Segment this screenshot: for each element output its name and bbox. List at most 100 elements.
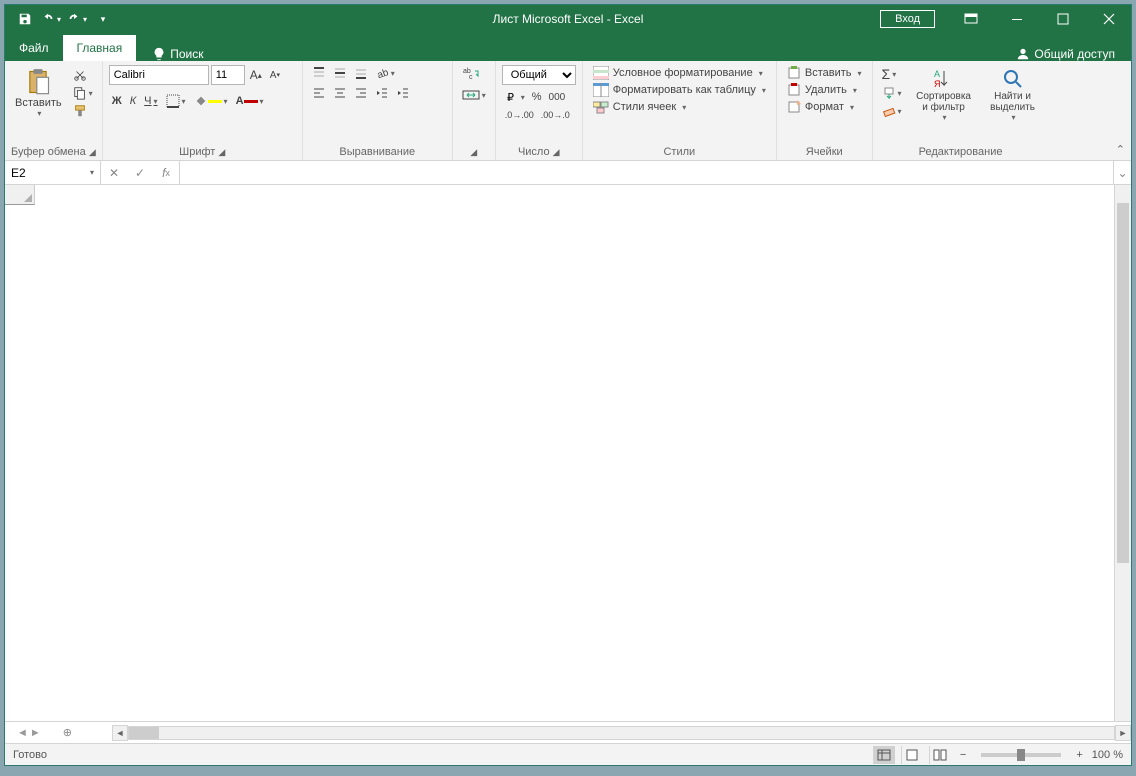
page-layout-view-button[interactable] xyxy=(901,746,923,764)
cancel-formula-button[interactable]: ✕ xyxy=(101,161,127,184)
cut-button[interactable] xyxy=(70,67,96,83)
paste-label: Вставить xyxy=(15,97,62,109)
copy-button[interactable]: ▾ xyxy=(70,85,96,101)
clipboard-group: Вставить ▾ ▾ Буфер обмена ◢ xyxy=(5,61,103,160)
signin-button[interactable]: Вход xyxy=(880,10,935,28)
orientation-button[interactable]: ab▾ xyxy=(372,65,398,81)
zoom-in-button[interactable]: + xyxy=(1073,748,1085,762)
align-middle-button[interactable] xyxy=(330,65,350,81)
zoom-thumb[interactable] xyxy=(1017,749,1025,761)
clear-button[interactable]: ▾ xyxy=(879,103,905,119)
borders-button[interactable]: ▾ xyxy=(163,93,189,109)
share-label: Общий доступ xyxy=(1034,47,1115,61)
insert-cells-icon xyxy=(787,66,801,80)
name-box[interactable]: E2 ▾ xyxy=(5,161,101,184)
align-top-button[interactable] xyxy=(309,65,329,81)
fill-down-icon xyxy=(882,86,896,100)
minimize-button[interactable] xyxy=(995,5,1039,33)
sort-filter-button[interactable]: AЯ Сортировка и фильтр▾ xyxy=(911,65,977,124)
decrease-font-button[interactable]: A▾ xyxy=(267,65,283,85)
align-right-button[interactable] xyxy=(351,85,371,101)
vertical-scrollbar[interactable] xyxy=(1114,185,1131,721)
title-right: Вход xyxy=(880,5,1131,33)
undo-button[interactable]: ▾ xyxy=(39,8,63,30)
paste-button[interactable]: Вставить ▾ xyxy=(11,65,66,120)
decrease-decimal-button[interactable]: .00→.0 xyxy=(538,109,573,121)
save-button[interactable] xyxy=(13,8,37,30)
fill-color-button[interactable]: ▾ xyxy=(191,93,231,109)
find-select-button[interactable]: Найти и выделить▾ xyxy=(983,65,1043,124)
sheet-tabs-row: ◄ ► ⊕ ◄ ► xyxy=(5,721,1131,743)
decrease-indent-button[interactable] xyxy=(372,85,392,101)
share-button[interactable]: Общий доступ xyxy=(1016,47,1115,61)
hscroll-thumb[interactable] xyxy=(129,727,159,739)
bold-button[interactable]: Ж xyxy=(109,93,125,109)
align-right-icon xyxy=(354,86,368,100)
number-format-select[interactable]: Общий xyxy=(502,65,576,85)
font-size-input[interactable] xyxy=(211,65,245,85)
align-bottom-button[interactable] xyxy=(351,65,371,81)
maximize-icon xyxy=(1057,13,1069,25)
qat-customize[interactable]: ▾ xyxy=(91,8,115,30)
sort-filter-icon: AЯ xyxy=(932,67,956,91)
collapse-ribbon-button[interactable]: ⌃ xyxy=(1116,143,1125,156)
vscroll-thumb[interactable] xyxy=(1117,203,1129,563)
delete-cells-button[interactable]: Удалить▾ xyxy=(783,82,861,98)
title-bar: ▾ ▾ ▾ Лист Microsoft Excel - Excel Вход xyxy=(5,5,1131,33)
file-tab[interactable]: Файл xyxy=(5,35,63,61)
font-group-label: Шрифт ◢ xyxy=(109,144,296,158)
page-break-view-button[interactable] xyxy=(929,746,951,764)
enter-formula-button[interactable]: ✓ xyxy=(127,161,153,184)
hscroll-right[interactable]: ► xyxy=(1115,725,1131,741)
normal-view-button[interactable] xyxy=(873,746,895,764)
wrap-icon: abc xyxy=(462,66,480,80)
format-painter-button[interactable] xyxy=(70,103,96,119)
wrap-text-button[interactable]: abc xyxy=(459,65,483,81)
percent-button[interactable]: % xyxy=(529,89,545,105)
autosum-button[interactable]: Σ▾ xyxy=(879,65,905,83)
format-as-table-button[interactable]: Форматировать как таблицу▾ xyxy=(589,82,770,98)
align-center-button[interactable] xyxy=(330,85,350,101)
redo-button[interactable]: ▾ xyxy=(65,8,89,30)
font-name-input[interactable] xyxy=(109,65,209,85)
borders-icon xyxy=(166,94,180,108)
horizontal-scrollbar[interactable] xyxy=(128,726,1115,740)
tell-me-search[interactable]: Поиск xyxy=(152,47,203,61)
align-left-icon xyxy=(312,86,326,100)
orientation-icon: ab xyxy=(375,66,389,80)
select-all-corner[interactable] xyxy=(5,185,35,205)
comma-button[interactable]: 000 xyxy=(546,89,569,105)
increase-decimal-button[interactable]: .0→.00 xyxy=(502,109,537,121)
underline-button[interactable]: Ч▾ xyxy=(141,93,160,109)
merge-button[interactable]: ▾ xyxy=(459,87,489,103)
cell-styles-button[interactable]: Стили ячеек▾ xyxy=(589,99,691,115)
formula-input[interactable] xyxy=(180,161,1113,184)
conditional-formatting-button[interactable]: Условное форматирование▾ xyxy=(589,65,767,81)
insert-function-button[interactable]: fx xyxy=(153,161,179,184)
ribbon-display-options[interactable] xyxy=(949,5,993,33)
align-top-icon xyxy=(312,66,326,80)
sheet-nav-prev[interactable]: ◄ xyxy=(17,727,28,739)
editing-group: Σ▾ ▾ ▾ AЯ Сортировка и фильтр▾ Найти и в… xyxy=(873,61,1049,160)
sheet-nav-next[interactable]: ► xyxy=(30,727,41,739)
format-cells-icon xyxy=(787,100,801,114)
zoom-out-button[interactable]: − xyxy=(957,748,969,762)
accounting-format-button[interactable]: ₽▾ xyxy=(502,89,528,105)
lightbulb-icon xyxy=(152,47,166,61)
zoom-slider[interactable] xyxy=(981,753,1061,757)
spreadsheet-area xyxy=(5,185,1131,721)
increase-indent-button[interactable] xyxy=(393,85,413,101)
hscroll-left[interactable]: ◄ xyxy=(112,725,128,741)
close-button[interactable] xyxy=(1087,5,1131,33)
font-color-button[interactable]: A▾ xyxy=(233,93,267,109)
format-cells-button[interactable]: Формат▾ xyxy=(783,99,858,115)
ribbon-tab-0[interactable]: Главная xyxy=(63,35,137,61)
insert-cells-button[interactable]: Вставить▾ xyxy=(783,65,866,81)
italic-button[interactable]: К xyxy=(127,93,139,109)
increase-font-button[interactable]: A▴ xyxy=(247,65,265,85)
expand-formula-bar[interactable]: ⌄ xyxy=(1113,161,1131,184)
new-sheet-button[interactable]: ⊕ xyxy=(53,726,82,739)
fill-button[interactable]: ▾ xyxy=(879,85,905,101)
maximize-button[interactable] xyxy=(1041,5,1085,33)
align-left-button[interactable] xyxy=(309,85,329,101)
